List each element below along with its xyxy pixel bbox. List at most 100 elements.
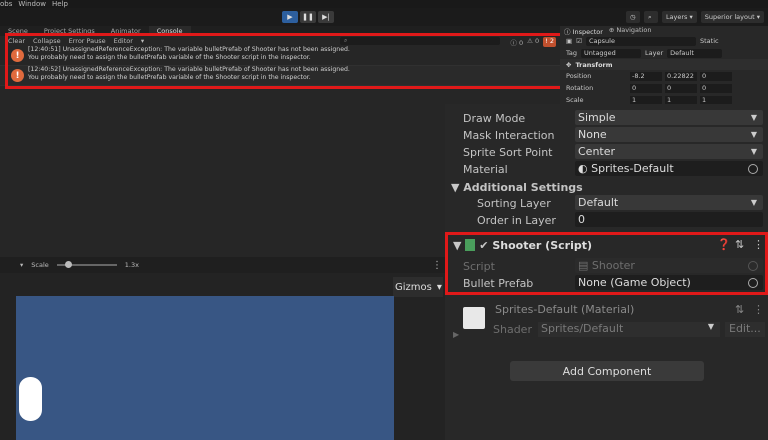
object-name-field[interactable]: Capsule — [585, 36, 696, 46]
menu-item-help[interactable]: Help — [52, 0, 68, 8]
search-icon: ⌕ — [647, 12, 652, 21]
step-button[interactable]: ▶| — [318, 11, 334, 23]
position-y[interactable]: 0.22822 — [665, 71, 697, 81]
search-button[interactable]: ⌕ — [643, 11, 658, 23]
order-in-layer-field[interactable]: 0 — [575, 212, 763, 227]
additional-settings-label: Additional Settings — [463, 180, 583, 194]
shader-value: Sprites/Default — [541, 322, 624, 335]
object-picker-icon[interactable] — [748, 163, 758, 174]
layers-dropdown[interactable]: Layers ▾ — [661, 11, 697, 23]
object-header: ▣ ☑ Capsule Static — [560, 35, 768, 47]
position-x[interactable]: -8.2 — [630, 71, 662, 81]
dropdown-chevron-icon[interactable]: ▾ — [20, 261, 23, 269]
game-view-toolbar: ▾ Scale 1.3x — [0, 257, 445, 273]
rotation-x[interactable]: 0 — [630, 83, 662, 93]
inspector-tabs: ⓘ Inspector ⊕ Navigation — [560, 26, 768, 36]
sort-point-row: Sprite Sort Point — [463, 144, 552, 160]
layout-dropdown[interactable]: Superior layout ▾ — [700, 11, 764, 23]
layers-label: Layers — [665, 13, 688, 21]
play-controls: ▶ ❚❚ ▶| — [282, 11, 334, 23]
gizmos-dropdown[interactable]: Gizmos ▾ — [393, 277, 443, 297]
menu-item-window[interactable]: Window — [18, 0, 46, 8]
shader-dropdown[interactable]: Sprites/Default ▼ — [538, 322, 720, 337]
sprite-sort-point-dropdown[interactable]: Center ▼ — [575, 144, 763, 159]
game-canvas[interactable] — [16, 296, 394, 440]
menu-item-obs[interactable]: obs — [0, 0, 12, 8]
order-in-layer-label: Order in Layer — [477, 213, 556, 227]
chevron-down-icon: ▼ — [750, 130, 757, 139]
kebab-menu-icon[interactable]: ⋮ — [432, 260, 442, 271]
scale-slider[interactable] — [56, 261, 117, 268]
rotation-y[interactable]: 0 — [665, 83, 697, 93]
mask-interaction-value: None — [578, 128, 607, 141]
draw-mode-dropdown[interactable]: Simple ▼ — [575, 110, 763, 125]
material-value: Sprites-Default — [591, 162, 674, 175]
position-row: Position -8.2 0.22822 0 — [560, 70, 768, 82]
draw-mode-label: Draw Mode — [463, 111, 526, 125]
kebab-menu-icon[interactable]: ⋮ — [753, 303, 764, 316]
mask-interaction-label: Mask Interaction — [463, 128, 555, 142]
sprite-sort-point-value: Center — [578, 145, 616, 158]
transform-header[interactable]: ✥ Transform — [560, 59, 768, 70]
shooter-highlight-box — [445, 232, 768, 295]
tag-layer-row: Tag Untagged Layer Default — [560, 47, 768, 59]
position-label: Position — [566, 72, 592, 80]
tag-label: Tag — [566, 49, 578, 57]
sorting-layer-label: Sorting Layer — [477, 196, 551, 210]
settings-sliders-icon[interactable]: ⇅ — [735, 303, 744, 316]
position-z[interactable]: 0 — [700, 71, 732, 81]
static-toggle[interactable]: Static — [700, 37, 719, 45]
shader-label: Shader — [493, 323, 532, 336]
active-checkbox[interactable]: ☑ — [576, 37, 582, 45]
game-view: ▾ Scale 1.3x ⋮ Gizmos ▾ — [0, 257, 445, 440]
play-icon: ▶ — [287, 13, 293, 21]
toolbar-right: ◷ ⌕ Layers ▾ Superior layout ▾ — [625, 11, 764, 23]
rotation-row: Rotation 000 — [560, 82, 768, 94]
tag-dropdown[interactable]: Untagged — [581, 48, 642, 58]
tab-inspector[interactable]: ⓘ Inspector — [564, 26, 603, 36]
material-row: Material — [463, 161, 508, 177]
scale-slider-knob[interactable] — [64, 261, 72, 268]
material-label: Material — [463, 162, 508, 176]
tab-navigation-label: Navigation — [616, 26, 652, 34]
sorting-layer-value: Default — [578, 196, 619, 209]
chevron-down-icon: ▼ — [750, 113, 757, 122]
rotation-z[interactable]: 0 — [700, 83, 732, 93]
draw-mode-value: Simple — [578, 111, 616, 124]
sprite-sort-point-label: Sprite Sort Point — [463, 145, 553, 159]
play-button[interactable]: ▶ — [282, 11, 298, 23]
sorting-layer-row: Sorting Layer — [477, 195, 551, 211]
rotation-label: Rotation — [566, 84, 594, 92]
scale-label: Scale — [31, 261, 49, 269]
additional-settings-row[interactable]: ▼ Additional Settings — [451, 179, 583, 195]
capsule-sprite — [19, 377, 42, 421]
tab-inspector-label: Inspector — [572, 28, 603, 36]
history-icon: ◷ — [629, 13, 636, 21]
material-field[interactable]: ◐ Sprites-Default — [575, 161, 763, 176]
cube-icon: ▣ — [566, 37, 573, 45]
add-component-button[interactable]: Add Component — [510, 361, 704, 381]
material-sphere-icon: ◐ — [578, 162, 588, 175]
chevron-down-icon: ▼ — [750, 198, 757, 207]
console-highlight-box — [5, 33, 566, 89]
sorting-layer-dropdown[interactable]: Default ▼ — [575, 195, 763, 210]
foldout-arrow-icon: ▼ — [451, 180, 464, 194]
menu-bar: obs Window Help — [0, 0, 768, 8]
layer-dropdown[interactable]: Default — [667, 48, 723, 58]
tab-navigation[interactable]: ⊕ Navigation — [609, 26, 652, 35]
inspector-panel: ⓘ Inspector ⊕ Navigation ▣ ☑ Capsule Sta… — [560, 26, 768, 113]
transform-title: Transform — [575, 60, 613, 69]
gizmos-label: Gizmos — [395, 281, 432, 293]
chevron-down-icon: ▾ — [436, 281, 442, 293]
history-button[interactable]: ◷ — [625, 11, 640, 23]
mask-interaction-dropdown[interactable]: None ▼ — [575, 127, 763, 142]
layout-label: Superior layout — [704, 13, 755, 21]
edit-shader-button[interactable]: Edit... — [725, 322, 765, 337]
scale-value: 1.3x — [124, 261, 139, 269]
draw-mode-row: Draw Mode — [463, 110, 525, 126]
order-in-layer-row: Order in Layer — [477, 212, 556, 228]
pause-button[interactable]: ❚❚ — [300, 11, 316, 23]
foldout-arrow-icon[interactable]: ▶ — [453, 330, 459, 339]
mask-row: Mask Interaction — [463, 127, 555, 143]
layer-label: Layer — [645, 49, 664, 57]
